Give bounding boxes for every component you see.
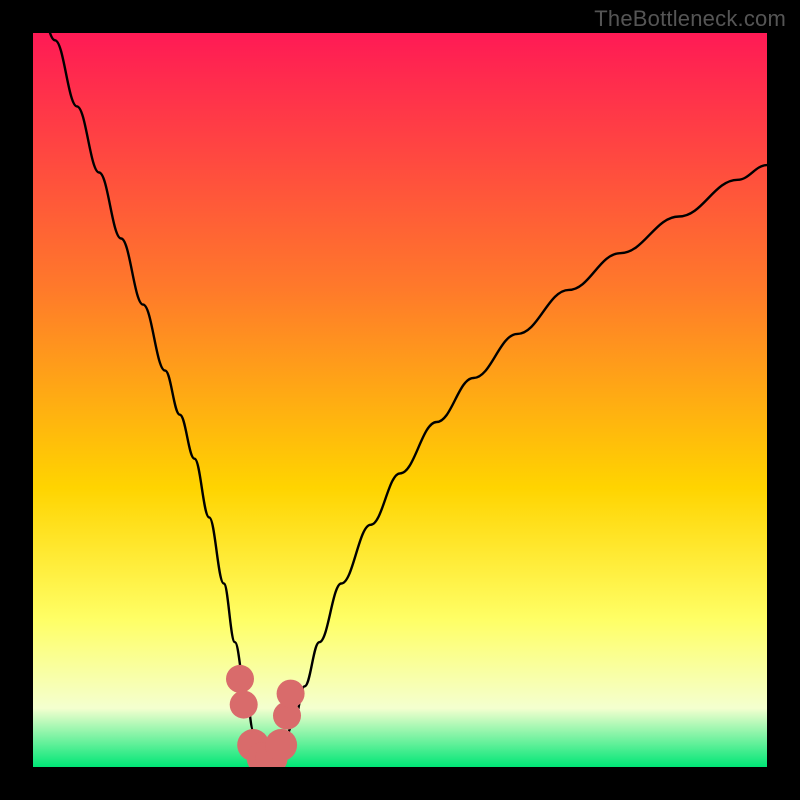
marker-dot: [230, 691, 258, 719]
plot-area: [33, 33, 767, 767]
bottleneck-chart: [33, 33, 767, 767]
watermark-text: TheBottleneck.com: [594, 6, 786, 32]
marker-dot: [277, 680, 305, 708]
outer-frame: TheBottleneck.com: [0, 0, 800, 800]
gradient-background: [33, 33, 767, 767]
marker-dot: [226, 665, 254, 693]
marker-dot: [265, 729, 297, 761]
